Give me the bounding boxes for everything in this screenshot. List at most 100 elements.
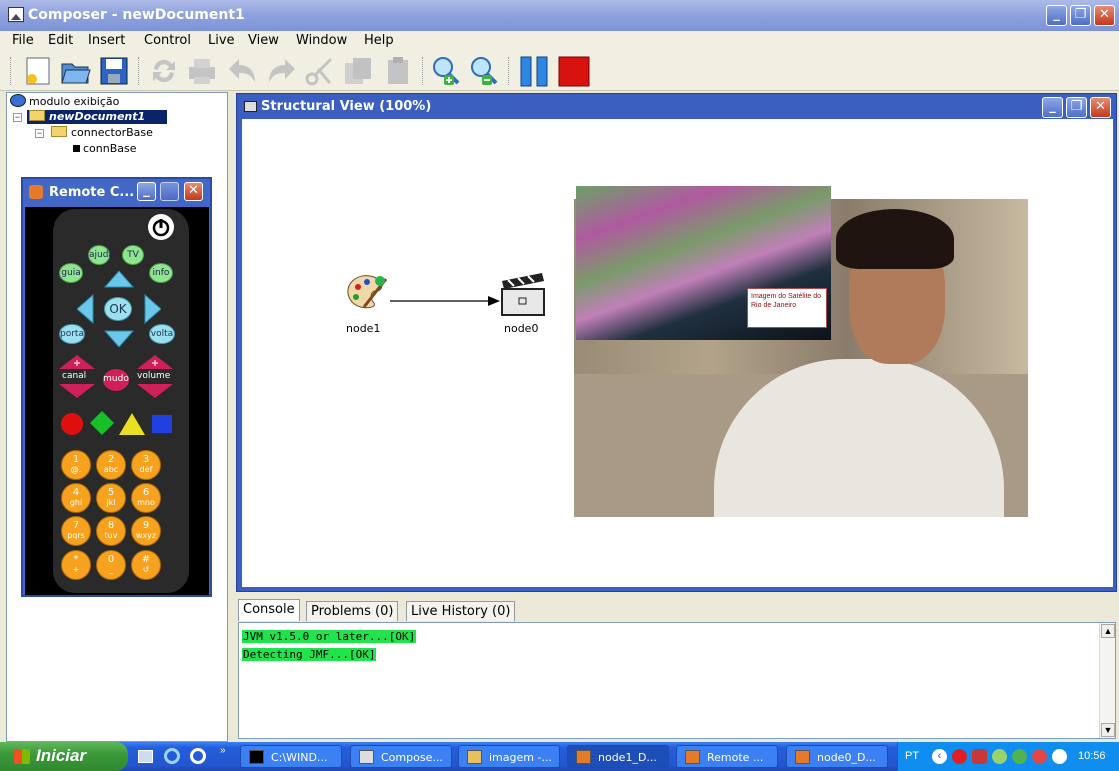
stop-icon[interactable]: [558, 55, 590, 87]
tree-item-connbase[interactable]: connBase: [73, 142, 137, 155]
ie-icon[interactable]: [164, 748, 180, 764]
tab-console[interactable]: Console: [238, 599, 300, 621]
zoom-in-icon[interactable]: [430, 55, 462, 87]
task-node0[interactable]: node0_D...: [786, 745, 888, 768]
java-icon: [685, 750, 700, 764]
volume-label: volume: [137, 371, 171, 381]
canal-label: canal: [62, 371, 87, 381]
maximize-button[interactable]: ❐: [1070, 5, 1091, 26]
yellow-button[interactable]: [118, 412, 146, 436]
zoom-out-icon[interactable]: [468, 55, 500, 87]
start-button[interactable]: Iniciar: [0, 742, 128, 771]
tray-red-icon[interactable]: [952, 749, 967, 764]
menu-window[interactable]: Window: [296, 33, 347, 48]
tv-button[interactable]: TV: [122, 245, 144, 265]
task-composer[interactable]: Compose...: [350, 745, 452, 768]
console-scrollbar[interactable]: ▲ ▼: [1099, 623, 1115, 738]
channel-up-button[interactable]: [59, 355, 95, 369]
task-cmd[interactable]: C:\WIND...: [240, 745, 342, 768]
sv-minimize-button[interactable]: _: [1042, 97, 1063, 118]
key-digit: 8: [107, 520, 115, 531]
print-icon: [189, 59, 215, 84]
volume-up-button[interactable]: [137, 355, 173, 369]
tray-network-icon[interactable]: [992, 749, 1007, 764]
key-9-button[interactable]: 9 wxyz: [131, 516, 161, 546]
portal-button[interactable]: portal: [59, 324, 86, 344]
tree-expander[interactable]: −: [13, 113, 22, 122]
new-document-icon[interactable]: [22, 55, 54, 87]
menu-live[interactable]: Live: [208, 33, 235, 48]
language-indicator[interactable]: PT: [905, 750, 919, 762]
tree-base-label: connectorBase: [71, 126, 153, 139]
start-label: Iniciar: [36, 746, 87, 765]
tree-item-document[interactable]: newDocument1: [27, 110, 168, 124]
sv-close-button[interactable]: ✕: [1090, 97, 1111, 118]
minimize-button[interactable]: _: [1046, 5, 1067, 26]
tab-problems[interactable]: Problems (0): [306, 601, 399, 621]
pause-icon[interactable]: [518, 55, 550, 87]
task-imagem[interactable]: imagem -...: [458, 745, 560, 768]
toolbar-separator: [508, 57, 510, 85]
tray-info-icon[interactable]: [1052, 749, 1067, 764]
close-button[interactable]: ✕: [1094, 5, 1115, 26]
task-remote[interactable]: Remote ...: [676, 745, 778, 768]
scroll-up-arrow[interactable]: ▲: [1101, 624, 1115, 638]
key-11-button[interactable]: 0 _: [96, 550, 126, 580]
key-letters: ghi: [69, 498, 83, 507]
channel-down-button[interactable]: [59, 384, 95, 398]
tree-expander[interactable]: −: [35, 129, 44, 138]
ie-icon-2[interactable]: [190, 748, 206, 764]
key-4-button[interactable]: 4 ghi: [61, 483, 91, 513]
key-10-button[interactable]: * +: [61, 550, 91, 580]
key-digit: *: [73, 554, 79, 565]
satellite-image: Imagem do Satélite do Rio de Janeiro: [576, 186, 831, 340]
tray-app-icon[interactable]: [1032, 749, 1047, 764]
green-button[interactable]: [89, 410, 115, 436]
tree-document-label: newDocument1: [49, 110, 146, 123]
link-arrow[interactable]: [390, 294, 500, 308]
console-panel[interactable]: JVM v1.5.0 or later...[OK] Detecting JMF…: [238, 622, 1116, 739]
key-8-button[interactable]: 8 tuv: [96, 516, 126, 546]
structural-view-title: Structural View (100%): [261, 99, 432, 114]
tab-live-history[interactable]: Live History (0): [406, 601, 516, 621]
key-12-button[interactable]: # ↺: [131, 550, 161, 580]
menu-insert[interactable]: Insert: [88, 33, 125, 48]
scroll-down-arrow[interactable]: ▼: [1101, 723, 1115, 737]
key-5-button[interactable]: 5 jkl: [96, 483, 126, 513]
menu-file[interactable]: File: [12, 33, 34, 48]
remote-close-button[interactable]: ✕: [184, 182, 203, 201]
show-desktop-icon[interactable]: [138, 750, 153, 763]
menu-control[interactable]: Control: [144, 33, 191, 48]
key-letters: mno: [137, 498, 155, 507]
key-7-button[interactable]: 7 pqrs: [61, 516, 91, 546]
red-button[interactable]: [59, 412, 85, 436]
save-icon[interactable]: [98, 55, 130, 87]
remote-minimize-button[interactable]: _: [137, 182, 156, 201]
key-2-button[interactable]: 2 abc: [96, 450, 126, 480]
blue-button[interactable]: [151, 414, 173, 434]
key-letters: abc: [103, 465, 119, 474]
sv-restore-button[interactable]: ❐: [1066, 97, 1087, 118]
key-1-button[interactable]: 1 @.: [61, 450, 91, 480]
power-icon[interactable]: [147, 213, 175, 241]
clapperboard-icon[interactable]: [500, 269, 546, 317]
mudo-button[interactable]: mudo: [103, 369, 129, 391]
open-folder-icon[interactable]: [60, 55, 92, 87]
tray-shield-icon[interactable]: [972, 749, 987, 764]
volta-button[interactable]: volta: [149, 324, 175, 344]
key-3-button[interactable]: 3 def: [131, 450, 161, 480]
task-node1[interactable]: node1_D...: [567, 745, 669, 768]
menu-edit[interactable]: Edit: [48, 33, 73, 48]
menu-view[interactable]: View: [248, 33, 279, 48]
tray-expand-icon[interactable]: ‹: [932, 749, 947, 764]
tray-green-icon[interactable]: [1012, 749, 1027, 764]
key-6-button[interactable]: 6 mno: [131, 483, 161, 513]
tree-item-root[interactable]: modulo exibição: [10, 94, 119, 108]
volume-down-button[interactable]: [137, 384, 173, 398]
ajuda-button[interactable]: ajuda: [88, 245, 114, 265]
quicklaunch-more-icon[interactable]: »: [220, 745, 226, 756]
menu-help[interactable]: Help: [364, 33, 394, 48]
tree-item-connector-base[interactable]: connectorBase: [51, 126, 153, 139]
palette-icon[interactable]: [342, 269, 392, 315]
ok-button[interactable]: OK: [104, 297, 132, 321]
